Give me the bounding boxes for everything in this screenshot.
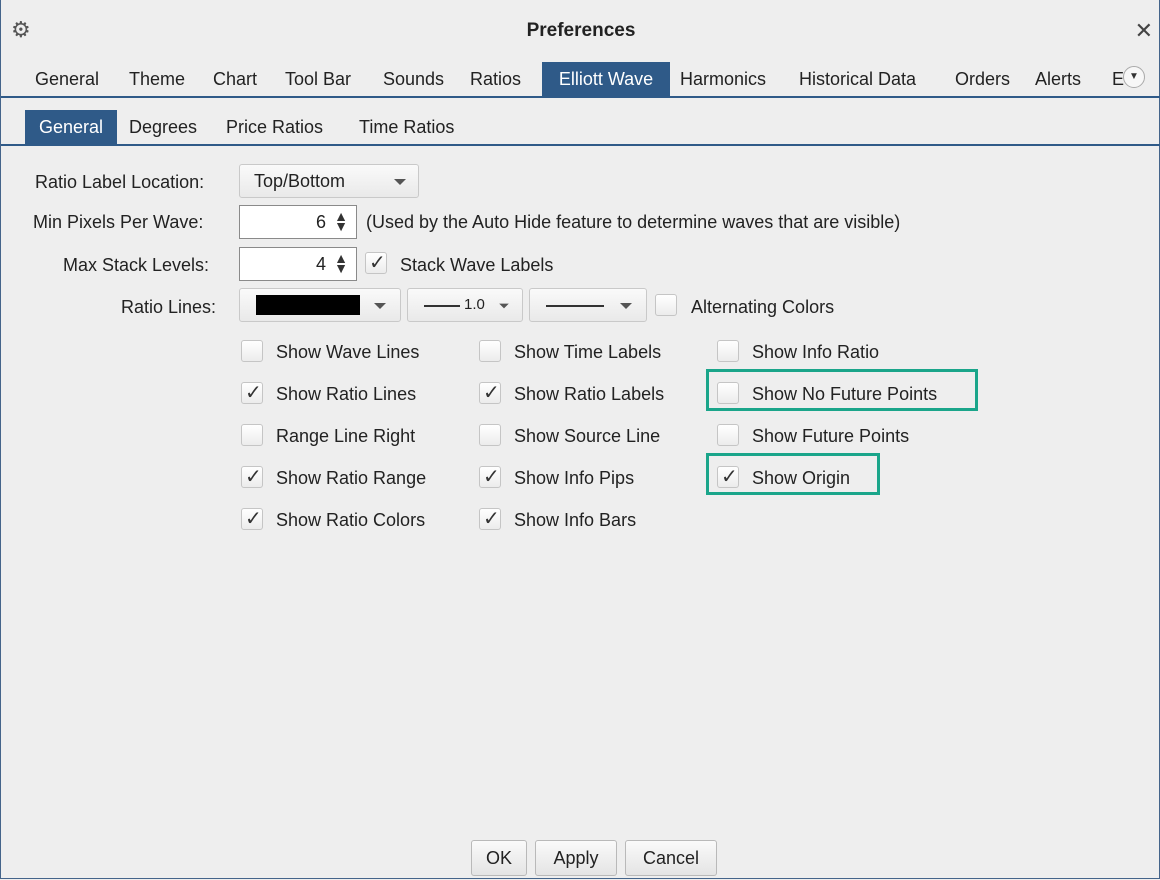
cancel-button[interactable]: Cancel bbox=[625, 840, 717, 876]
subtab-degrees[interactable]: Degrees bbox=[129, 110, 197, 144]
stack-wave-labels-checkbox[interactable]: ✓ bbox=[365, 252, 387, 274]
show-ratio-colors-checkbox[interactable]: ✓ bbox=[241, 508, 263, 530]
color-swatch bbox=[256, 295, 360, 315]
show-info-pips-checkbox[interactable]: ✓ bbox=[479, 466, 501, 488]
spinner-arrows-icon[interactable]: ▲ ▼ bbox=[334, 209, 348, 233]
range-line-right-label: Range Line Right bbox=[276, 426, 416, 446]
ratio-lines-style-select[interactable] bbox=[529, 288, 647, 322]
close-icon[interactable]: ✕ bbox=[1135, 18, 1153, 44]
max-stack-value: 4 bbox=[315, 254, 326, 274]
tab-tool-bar[interactable]: Tool Bar bbox=[285, 62, 351, 96]
chevron-down-icon bbox=[499, 303, 509, 309]
show-ratio-lines-label: Show Ratio Lines bbox=[276, 384, 417, 404]
show-info-bars-checkbox[interactable]: ✓ bbox=[479, 508, 501, 530]
subtab-general[interactable]: General bbox=[25, 110, 117, 144]
main-tab-bar: General Theme Chart Tool Bar Sounds Rati… bbox=[1, 62, 1160, 98]
check-icon: ✓ bbox=[245, 382, 262, 404]
show-ratio-range-checkbox[interactable]: ✓ bbox=[241, 466, 263, 488]
tab-chart[interactable]: Chart bbox=[213, 62, 257, 96]
tab-orders[interactable]: Orders bbox=[955, 62, 1010, 96]
tab-ratios[interactable]: Ratios bbox=[470, 62, 521, 96]
show-ratio-labels-label: Show Ratio Labels bbox=[514, 384, 665, 404]
subtab-time-ratios[interactable]: Time Ratios bbox=[359, 110, 454, 144]
show-ratio-labels-checkbox[interactable]: ✓ bbox=[479, 382, 501, 404]
apply-button[interactable]: Apply bbox=[535, 840, 617, 876]
show-wave-lines-label: Show Wave Lines bbox=[276, 342, 420, 362]
check-icon: ✓ bbox=[721, 466, 738, 488]
min-pixels-label: Min Pixels Per Wave: bbox=[33, 212, 204, 232]
ratio-lines-label: Ratio Lines: bbox=[121, 297, 217, 317]
check-icon: ✓ bbox=[483, 382, 500, 404]
check-icon: ✓ bbox=[369, 252, 386, 274]
tab-harmonics[interactable]: Harmonics bbox=[680, 62, 766, 96]
show-future-points-checkbox[interactable] bbox=[717, 424, 739, 446]
tab-alerts[interactable]: Alerts bbox=[1035, 62, 1081, 96]
alternating-colors-label: Alternating Colors bbox=[691, 297, 835, 317]
dialog-title: Preferences bbox=[526, 20, 636, 41]
show-wave-lines-checkbox[interactable] bbox=[241, 340, 263, 362]
show-source-line-label: Show Source Line bbox=[514, 426, 661, 446]
max-stack-label: Max Stack Levels: bbox=[63, 255, 210, 275]
tab-theme[interactable]: Theme bbox=[129, 62, 185, 96]
show-info-ratio-checkbox[interactable] bbox=[717, 340, 739, 362]
show-time-labels-checkbox[interactable] bbox=[479, 340, 501, 362]
title-bar: ⚙ Preferences ✕ bbox=[1, 0, 1160, 62]
line-width-icon bbox=[424, 305, 460, 307]
check-icon: ✓ bbox=[245, 508, 262, 530]
ratio-label-location-select[interactable]: Top/Bottom bbox=[239, 164, 419, 198]
max-stack-spinner[interactable]: 4 ▲ ▼ bbox=[239, 247, 357, 281]
min-pixels-spinner[interactable]: 6 ▲ ▼ bbox=[239, 205, 357, 239]
show-ratio-colors-label: Show Ratio Colors bbox=[276, 510, 426, 530]
range-line-right-checkbox[interactable] bbox=[241, 424, 263, 446]
chevron-down-icon bbox=[620, 303, 632, 309]
chevron-down-icon bbox=[394, 179, 406, 185]
check-icon: ✓ bbox=[245, 466, 262, 488]
spinner-arrows-icon[interactable]: ▲ ▼ bbox=[334, 251, 348, 275]
show-time-labels-label: Show Time Labels bbox=[514, 342, 662, 362]
ok-button[interactable]: OK bbox=[471, 840, 527, 876]
alternating-colors-checkbox[interactable] bbox=[655, 294, 677, 316]
preferences-dialog: ⚙ Preferences ✕ General Theme Chart Tool… bbox=[0, 0, 1160, 879]
tab-overflow-dropdown-icon[interactable]: ▼ bbox=[1123, 66, 1145, 88]
tab-sounds[interactable]: Sounds bbox=[383, 62, 444, 96]
subtab-price-ratios[interactable]: Price Ratios bbox=[226, 110, 323, 144]
tab-historical-data[interactable]: Historical Data bbox=[799, 62, 916, 96]
stack-wave-labels-label: Stack Wave Labels bbox=[400, 255, 554, 275]
auto-hide-note: (Used by the Auto Hide feature to determ… bbox=[366, 212, 901, 232]
min-pixels-value: 6 bbox=[315, 212, 326, 232]
show-ratio-lines-checkbox[interactable]: ✓ bbox=[241, 382, 263, 404]
check-icon: ✓ bbox=[483, 466, 500, 488]
ratio-lines-color-select[interactable] bbox=[239, 288, 401, 322]
show-info-pips-label: Show Info Pips bbox=[514, 468, 635, 488]
show-future-points-label: Show Future Points bbox=[752, 426, 910, 446]
tab-general[interactable]: General bbox=[35, 62, 99, 96]
show-origin-checkbox[interactable]: ✓ bbox=[717, 466, 739, 488]
show-info-bars-label: Show Info Bars bbox=[514, 510, 637, 530]
check-icon: ✓ bbox=[483, 508, 500, 530]
sub-tab-bar: General Degrees Price Ratios Time Ratios bbox=[1, 110, 1160, 146]
tab-elliott-wave[interactable]: Elliott Wave bbox=[542, 62, 670, 96]
show-origin-label: Show Origin bbox=[752, 468, 851, 488]
ratio-label-location-label: Ratio Label Location: bbox=[35, 172, 205, 192]
show-info-ratio-label: Show Info Ratio bbox=[752, 342, 880, 362]
show-ratio-range-label: Show Ratio Range bbox=[276, 468, 427, 488]
ratio-label-location-value: Top/Bottom bbox=[254, 171, 346, 191]
show-no-future-points-checkbox[interactable] bbox=[717, 382, 739, 404]
show-source-line-checkbox[interactable] bbox=[479, 424, 501, 446]
show-no-future-points-label: Show No Future Points bbox=[752, 384, 938, 404]
line-style-icon bbox=[546, 305, 604, 307]
chevron-down-icon bbox=[374, 303, 386, 309]
ratio-lines-width-select[interactable]: 1.0 bbox=[407, 288, 523, 322]
line-width-value: 1.0 bbox=[464, 296, 485, 313]
